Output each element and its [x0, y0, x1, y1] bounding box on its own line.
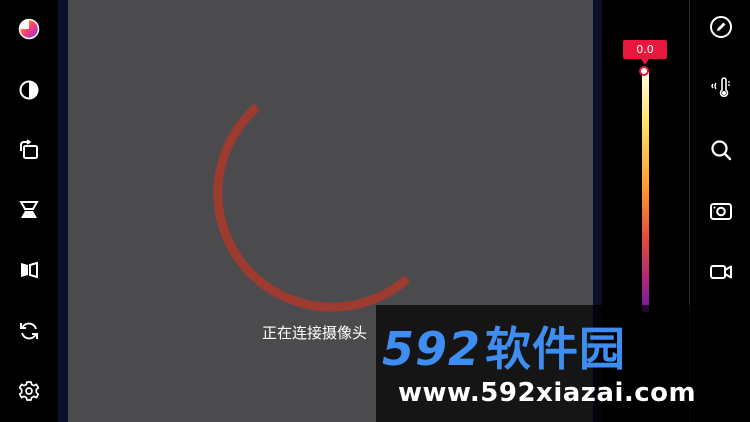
edit-icon — [710, 16, 732, 38]
thermometer-icon — [711, 77, 730, 98]
temperature-slider-handle[interactable] — [639, 66, 649, 76]
search-button[interactable] — [701, 130, 741, 170]
settings-button[interactable] — [9, 371, 49, 411]
camera-icon — [710, 203, 732, 220]
refresh-icon — [20, 322, 38, 340]
loading-spinner — [213, 103, 410, 312]
viewport-left-border — [58, 0, 68, 422]
video-button[interactable] — [701, 252, 741, 292]
palette-icon — [18, 18, 40, 40]
rotate-button[interactable] — [9, 130, 49, 170]
mirror-icon — [21, 261, 38, 279]
rotate-icon — [20, 139, 38, 159]
settings-icon — [18, 381, 40, 401]
contrast-icon — [19, 80, 39, 100]
temperature-color-bar — [642, 72, 649, 312]
edit-button[interactable] — [701, 7, 741, 47]
camera-button[interactable] — [701, 191, 741, 231]
flip-vertical-icon — [19, 201, 39, 218]
search-icon — [711, 140, 732, 161]
palette-button[interactable] — [9, 9, 49, 49]
refresh-button[interactable] — [9, 311, 49, 351]
watermark-url: www.592xiazai.com — [398, 378, 697, 408]
left-toolbar — [0, 0, 58, 422]
watermark-brand: 软件园 — [485, 322, 627, 376]
video-icon — [710, 265, 732, 279]
flip-vertical-button[interactable] — [9, 190, 49, 230]
contrast-button[interactable] — [9, 70, 49, 110]
mirror-button[interactable] — [9, 250, 49, 290]
temperature-marker-label: 0.0 — [623, 40, 667, 65]
thermometer-button[interactable] — [701, 68, 741, 108]
watermark-logo: 592软件园 — [382, 313, 626, 379]
watermark-number: 592 — [382, 322, 482, 376]
